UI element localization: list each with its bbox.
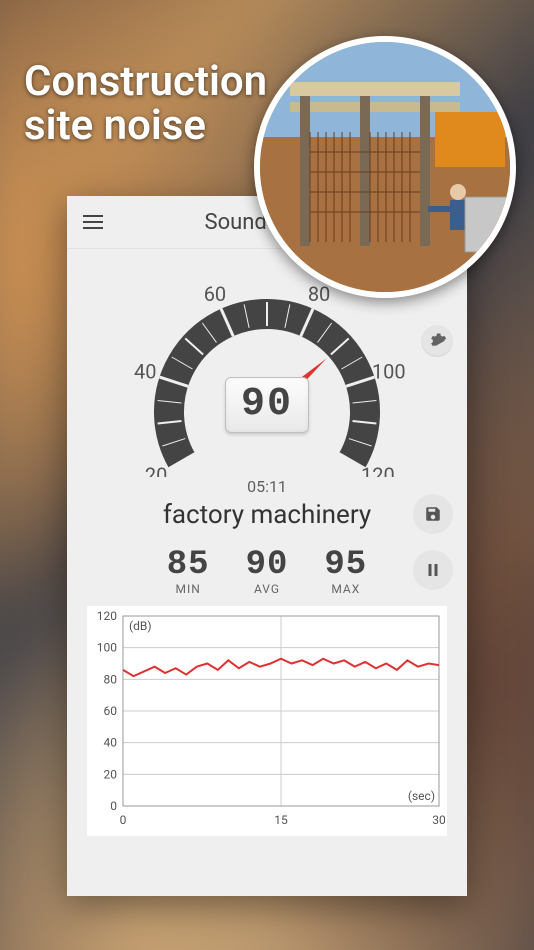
db-chart: 0 20 40 60 80 100 120 0 15 30 (dB) (sec) [87, 606, 447, 836]
svg-text:(dB): (dB) [129, 619, 152, 633]
gauge-tick-40: 40 [134, 359, 156, 383]
svg-text:80: 80 [104, 672, 118, 686]
stats-row: 85 MIN 90 AVG 95 MAX [67, 546, 467, 596]
pause-button[interactable] [413, 550, 453, 590]
svg-text:100: 100 [97, 641, 117, 655]
pause-icon [424, 561, 442, 579]
save-icon [424, 505, 442, 523]
promo-title: Construction site noise [24, 60, 267, 148]
hamburger-icon [83, 221, 103, 223]
save-button[interactable] [413, 494, 453, 534]
svg-text:20: 20 [104, 767, 118, 781]
gauge-tick-120: 120 [361, 463, 395, 477]
settings-button[interactable] [421, 325, 453, 357]
promo-title-line1: Construction [24, 57, 267, 106]
gauge-tick-80: 80 [308, 282, 330, 306]
elapsed-time: 05:11 [67, 477, 467, 496]
gauge-tick-100: 100 [372, 359, 406, 383]
stat-max-label: MAX [324, 582, 367, 596]
promo-title-line2: site noise [24, 101, 206, 150]
svg-text:30: 30 [432, 813, 446, 827]
svg-text:0: 0 [120, 813, 127, 827]
stat-min: 85 MIN [167, 546, 210, 596]
stat-max: 95 MAX [324, 546, 367, 596]
stat-min-label: MIN [167, 582, 210, 596]
svg-text:(sec): (sec) [408, 789, 435, 803]
gauge-tick-60: 60 [204, 282, 226, 306]
svg-text:15: 15 [274, 813, 288, 827]
stat-avg: 90 AVG [246, 546, 289, 596]
stat-avg-value: 90 [246, 546, 289, 584]
promo-image [254, 36, 516, 298]
svg-text:40: 40 [104, 736, 118, 750]
stat-max-value: 95 [324, 546, 367, 584]
gauge-tick-20: 20 [145, 463, 167, 477]
app-window: Sound Meter 20406080100120 90 05:11 fact… [67, 196, 467, 896]
stat-min-value: 85 [167, 546, 210, 584]
svg-text:0: 0 [110, 799, 117, 813]
svg-text:60: 60 [104, 704, 118, 718]
gauge-value: 90 [225, 377, 309, 433]
gear-icon [427, 331, 447, 351]
noise-description: factory machinery [67, 500, 467, 530]
menu-button[interactable] [67, 196, 119, 248]
stat-avg-label: AVG [246, 582, 289, 596]
svg-text:120: 120 [97, 609, 117, 623]
